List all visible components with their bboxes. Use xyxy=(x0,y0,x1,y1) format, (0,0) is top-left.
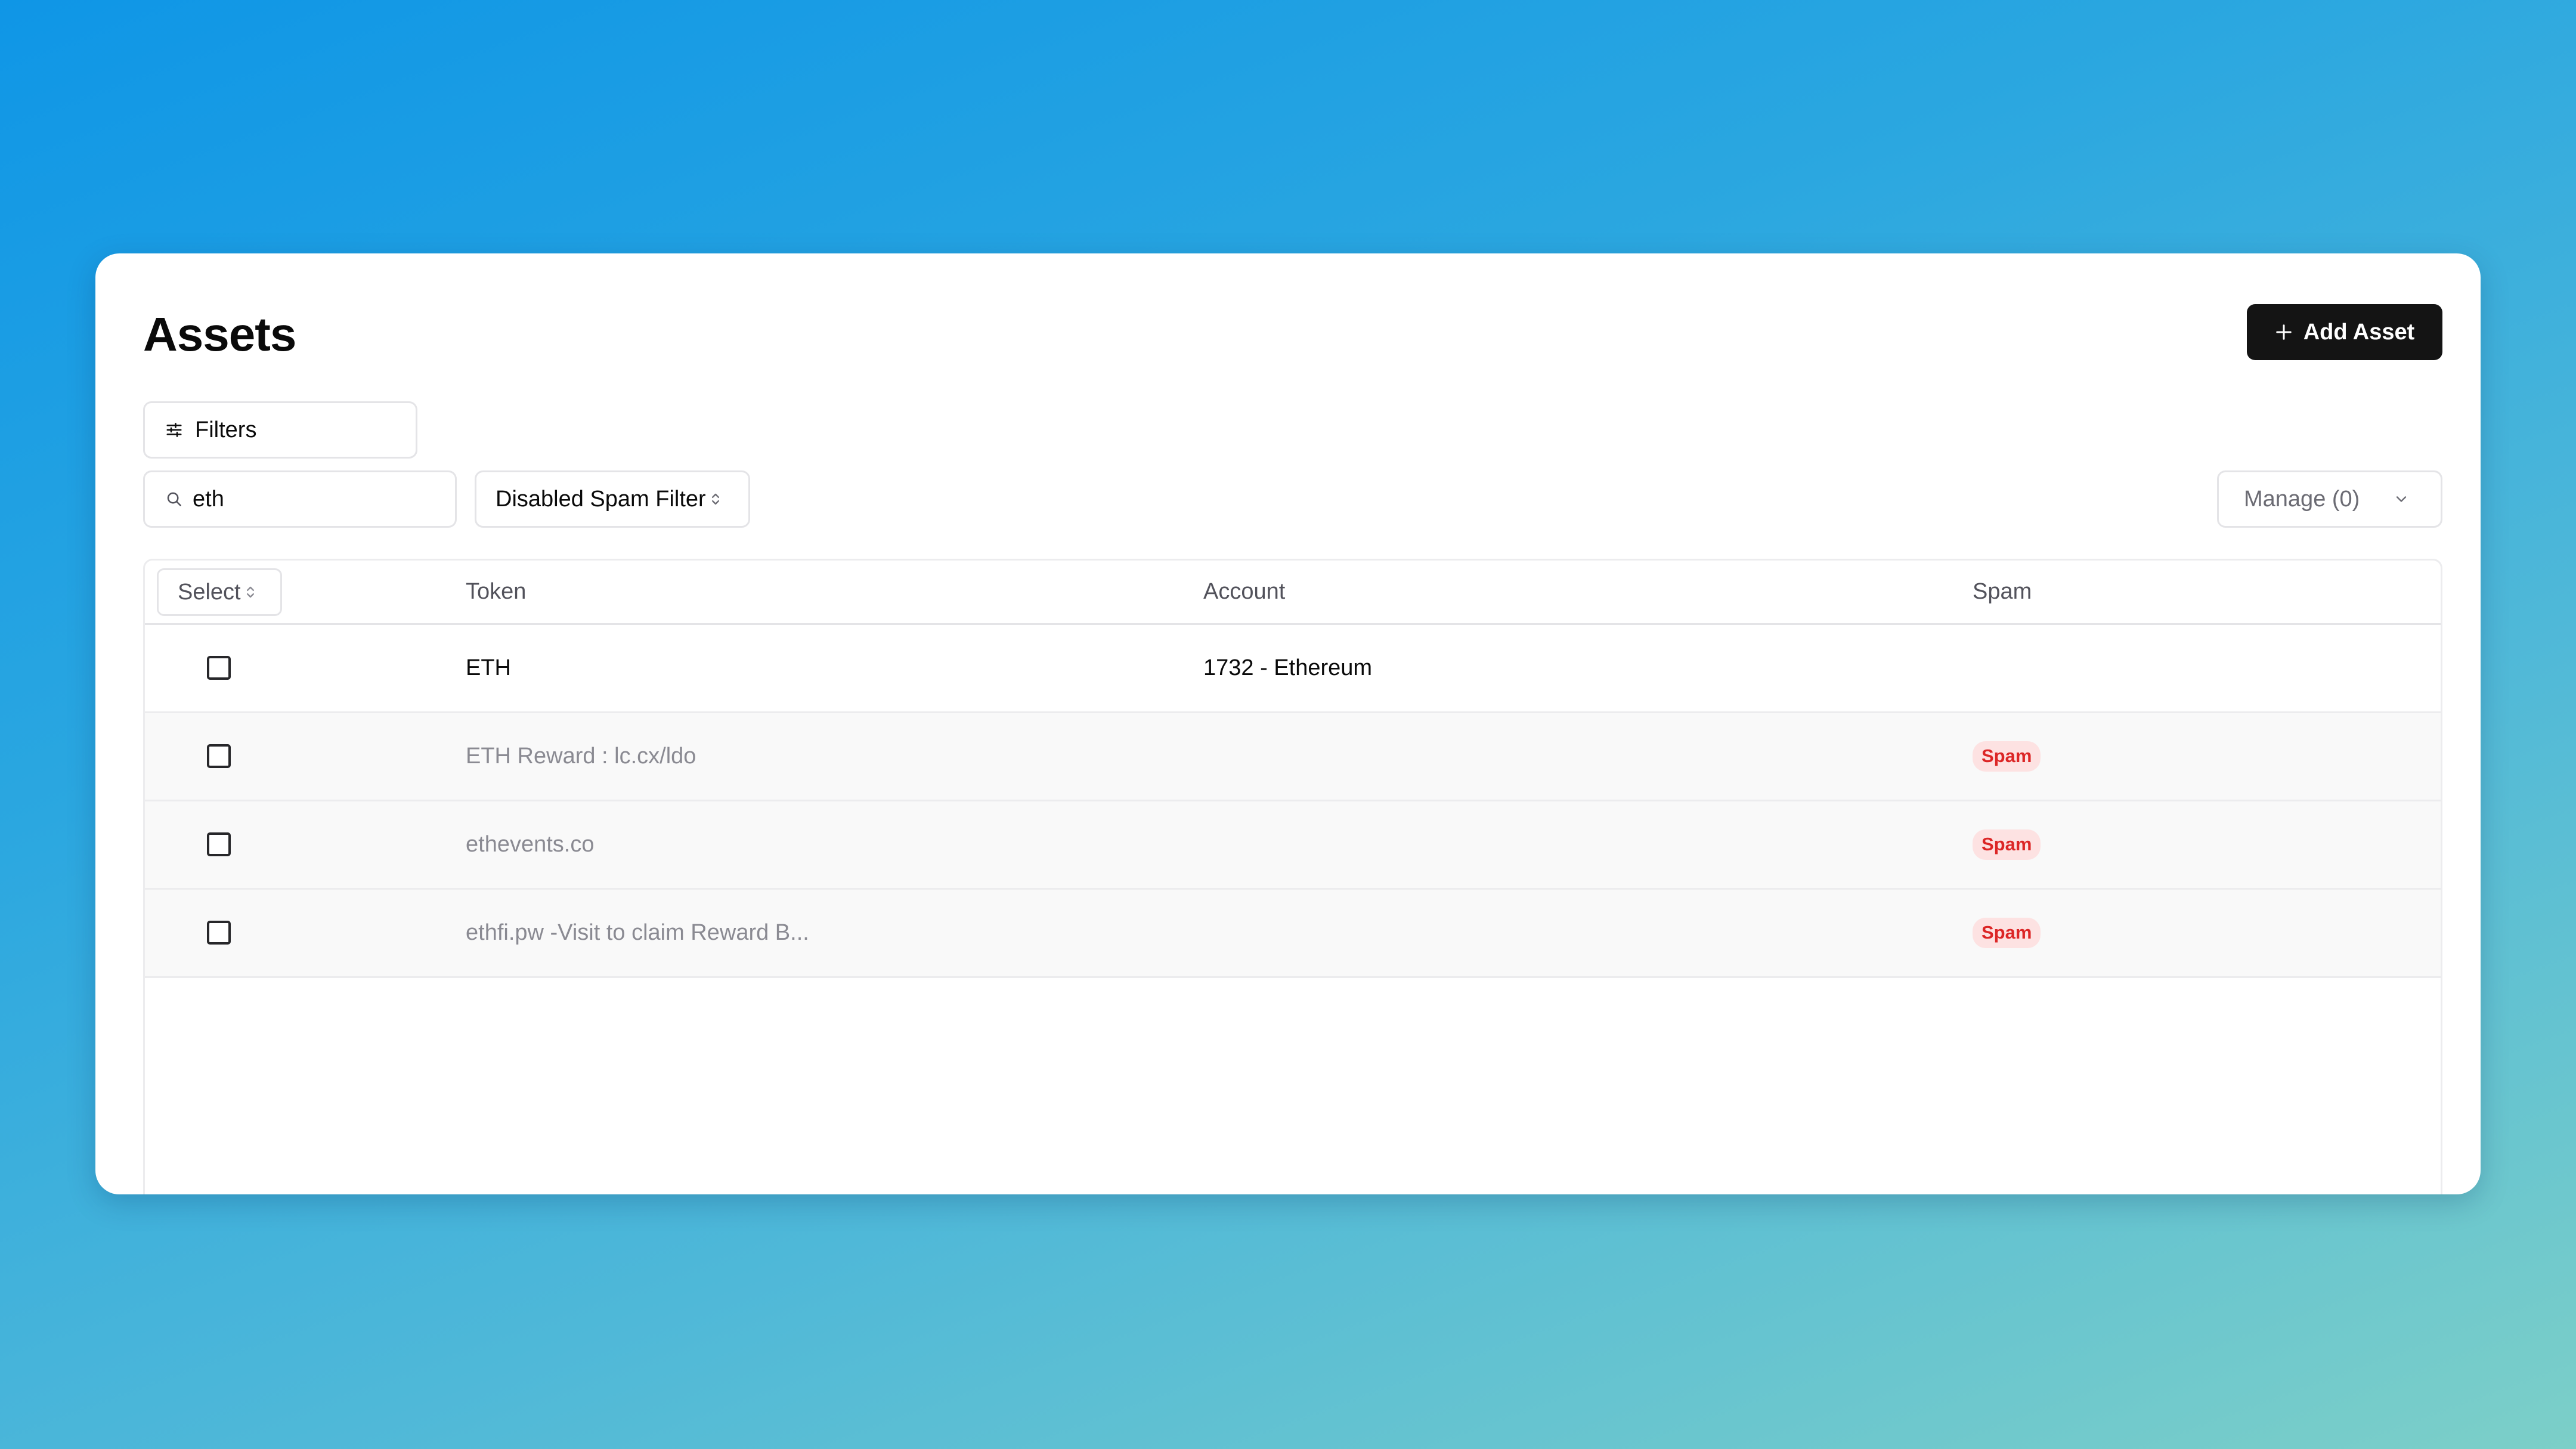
column-header-spam[interactable]: Spam xyxy=(1973,561,2032,623)
search-box[interactable] xyxy=(143,470,457,528)
spam-cell: Spam xyxy=(1973,890,2041,976)
token-cell: ethfi.pw -Visit to claim Reward B... xyxy=(466,920,809,945)
row-checkbox[interactable] xyxy=(207,744,231,768)
table-header: Select Token Account Spam xyxy=(145,561,2441,625)
chevron-up-down-icon xyxy=(711,493,719,505)
column-header-account[interactable]: Account xyxy=(1203,561,1285,623)
spam-badge: Spam xyxy=(1973,741,2041,772)
plus-icon xyxy=(2275,324,2292,340)
page-title: Assets xyxy=(143,308,296,361)
chevron-down-icon xyxy=(2397,496,2407,502)
add-asset-button[interactable]: Add Asset xyxy=(2247,304,2442,360)
spam-cell: Spam xyxy=(1973,801,2041,888)
table-row[interactable]: ethevents.co Spam xyxy=(145,801,2441,890)
table-row[interactable]: ETH Reward : lc.cx/ldo Spam xyxy=(145,713,2441,801)
table-row[interactable]: ethfi.pw -Visit to claim Reward B... Spa… xyxy=(145,890,2441,978)
filters-button[interactable]: Filters xyxy=(143,401,417,459)
chevron-up-down-icon xyxy=(246,586,254,598)
spam-filter-value: Disabled Spam Filter xyxy=(496,486,706,512)
row-checkbox[interactable] xyxy=(207,656,231,680)
column-header-token[interactable]: Token xyxy=(466,561,526,623)
row-checkbox[interactable] xyxy=(207,832,231,856)
row-checkbox[interactable] xyxy=(207,921,231,945)
select-label: Select xyxy=(178,579,241,605)
token-cell: ETH Reward : lc.cx/ldo xyxy=(466,744,696,769)
spam-filter-select[interactable]: Disabled Spam Filter xyxy=(475,470,750,528)
filters-label: Filters xyxy=(195,417,257,442)
token-cell: ethevents.co xyxy=(466,832,595,857)
account-cell: 1732 - Ethereum xyxy=(1203,655,1373,680)
search-icon xyxy=(167,492,181,506)
spam-cell: Spam xyxy=(1973,713,2041,800)
search-input[interactable] xyxy=(193,486,419,512)
spam-badge: Spam xyxy=(1973,918,2041,948)
sliders-icon xyxy=(166,423,182,437)
manage-dropdown[interactable]: Manage (0) xyxy=(2217,470,2442,528)
spam-badge: Spam xyxy=(1973,829,2041,860)
add-asset-label: Add Asset xyxy=(2303,319,2415,345)
assets-table: Select Token Account Spam ETH 1732 - Eth… xyxy=(143,559,2442,1194)
select-button[interactable]: Select xyxy=(157,568,282,616)
assets-window: Assets Add Asset Filters Disabled Spam F… xyxy=(95,253,2481,1194)
token-cell: ETH xyxy=(466,655,511,680)
manage-label: Manage (0) xyxy=(2244,486,2360,512)
table-row[interactable]: ETH 1732 - Ethereum xyxy=(145,625,2441,713)
